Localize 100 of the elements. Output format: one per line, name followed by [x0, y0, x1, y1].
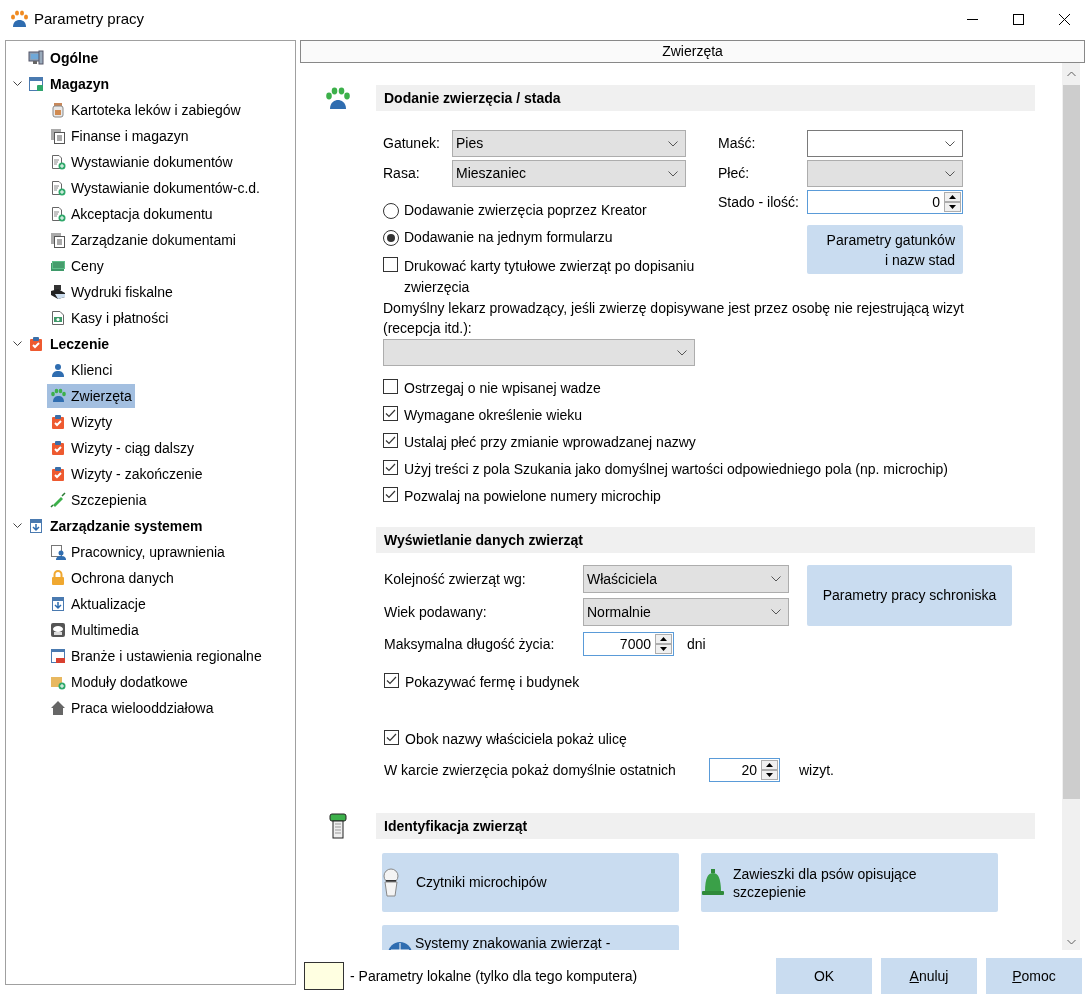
checkbox-label: Wymagane określenie wieku [404, 406, 583, 425]
button[interactable]: Pomoc [986, 958, 1082, 994]
chevron-icon[interactable] [12, 341, 22, 347]
checkbox[interactable] [383, 487, 398, 502]
tree-item[interactable]: Ceny [71, 255, 107, 277]
person-card-icon [50, 544, 66, 560]
section-header: Dodanie zwierzęcia / stada [376, 85, 1035, 111]
tree-item[interactable]: Wystawianie dokumentów [71, 151, 236, 173]
tree-item[interactable]: Szczepienia [71, 489, 150, 511]
button[interactable]: Systemy znakowania zwierząt - [382, 925, 679, 950]
field-label: Maść: [718, 134, 757, 153]
radio-label: Dodawanie na jednym formularzu [404, 228, 613, 247]
field-label: W karcie zwierzęcia pokaż domyślnie ostatnich [384, 760, 677, 780]
checkbox[interactable] [384, 673, 399, 688]
field-label: Płeć: [718, 164, 751, 183]
tree-item[interactable]: Magazyn [49, 73, 111, 95]
jar-icon [50, 102, 66, 118]
tree-item[interactable]: Zarządzanie systemem [49, 515, 204, 537]
field-label: Gatunek: [383, 134, 441, 153]
tree-item[interactable]: Wizyty - zakończenie [71, 463, 206, 485]
tree-item[interactable]: Ogólne [49, 47, 100, 69]
number-field[interactable]: 0 [807, 190, 963, 214]
chevron-icon[interactable] [12, 81, 22, 87]
dropdown[interactable]: Pies [452, 130, 686, 157]
download-icon [28, 518, 44, 534]
spin-arrows-icon[interactable] [761, 760, 778, 780]
tree-item[interactable]: Multimedia [71, 619, 142, 641]
clipboard-check-icon [28, 336, 44, 352]
radio-button[interactable] [383, 202, 399, 219]
tree-item[interactable]: Wizyty [71, 411, 116, 433]
field-label: Stado - ilość: [718, 192, 800, 212]
tree-item[interactable]: Zarządzanie dokumentami [71, 229, 239, 251]
checkbox-label: Drukować karty tytułowe zwierząt po dopisaniu zwierzęcia [404, 257, 696, 297]
field-label: Kolejność zwierząt wg: [384, 569, 527, 589]
tree-item[interactable]: Aktualizacje [71, 593, 149, 615]
checkbox-label: Ustalaj płeć przy zmianie wprowadzanej nazwy [404, 433, 696, 452]
tree-item[interactable]: Kasy i płatności [71, 307, 172, 329]
number-field[interactable]: 7000 [583, 632, 674, 656]
tree-item[interactable]: Wystawianie dokumentów-c.d. [71, 177, 263, 199]
dropdown[interactable] [807, 130, 963, 157]
section-header: Wyświetlanie danych zwierząt [376, 527, 1035, 553]
species-parameters-button[interactable]: Parametry gatunków i nazw stad [807, 225, 963, 274]
field-label: Wiek podawany: [384, 602, 488, 622]
tree-item[interactable]: Pracownicy, uprawnienia [71, 541, 228, 563]
checkbox[interactable] [383, 406, 398, 421]
dropdown[interactable]: Mieszaniec [452, 160, 686, 187]
scrollbar[interactable] [1062, 63, 1080, 950]
tree-item[interactable]: Leczenie [49, 333, 111, 355]
button[interactable]: OK [776, 958, 872, 994]
box-plus-icon [50, 674, 66, 690]
dropdown[interactable]: Właściciela [583, 565, 789, 593]
paw-icon [50, 388, 66, 404]
chevron-down-icon [771, 576, 781, 582]
tree-item[interactable]: Zwierzęta [71, 385, 135, 407]
tree-item[interactable]: Kartoteka leków i zabiegów [71, 99, 244, 121]
tree-item[interactable]: Klienci [71, 359, 116, 381]
checkbox[interactable] [383, 379, 398, 394]
scrollbar-thumb[interactable] [1062, 85, 1080, 799]
unit-label: dni [687, 634, 706, 654]
unit-label: wizyt. [799, 760, 834, 780]
tree-item[interactable]: Wydruki fiskalne [71, 281, 176, 303]
section-header: Identyfikacja zwierząt [376, 813, 1035, 839]
tree-item[interactable]: Finanse i magazyn [71, 125, 192, 147]
tree-item[interactable]: Ochrona danych [71, 567, 177, 589]
shelter-parameters-button[interactable]: Parametry pracy schroniska [807, 565, 1012, 626]
document-plus-icon [50, 154, 66, 170]
chevron-down-icon [677, 349, 687, 356]
radio-button[interactable] [383, 229, 399, 246]
checkbox-label: Pozwalaj na powielone numery microchip [404, 487, 661, 506]
tree-item[interactable]: Branże i ustawienia regionalne [71, 645, 265, 667]
lock-icon [50, 570, 66, 586]
checkbox[interactable] [383, 460, 398, 475]
documents-icon [50, 128, 66, 144]
printer-icon [50, 284, 66, 300]
checkbox[interactable] [383, 257, 398, 272]
button[interactable]: Zawieszki dla psów opisujące szczepienie [701, 853, 998, 912]
field-label: Domyślny lekarz prowadzący, jeśli zwierzę dopisywane jest przez osobę nie rejestrującą wizyt (recepcja itd.): [383, 299, 965, 338]
document-plus-icon [50, 206, 66, 222]
button[interactable]: Czytniki microchipów [382, 853, 679, 912]
clipboard-check-icon [50, 466, 66, 482]
chevron-down-icon [668, 140, 678, 147]
tree-item[interactable]: Moduły dodatkowe [71, 671, 191, 693]
checkbox[interactable] [383, 433, 398, 448]
number-field[interactable]: 20 [709, 758, 780, 782]
spin-arrows-icon[interactable] [655, 634, 672, 654]
download-icon [50, 596, 66, 612]
checkbox[interactable] [384, 730, 399, 745]
chevron-down-icon [771, 609, 781, 615]
clipboard-check-icon [50, 440, 66, 456]
tree-item[interactable]: Akceptacja dokumentu [71, 203, 216, 225]
cassette-icon [50, 622, 66, 638]
chevron-icon[interactable] [12, 523, 22, 529]
scanner-icon [382, 867, 400, 898]
dropdown[interactable]: Normalnie [583, 598, 789, 626]
tree-item[interactable]: Praca wielooddziałowa [71, 697, 217, 719]
documents-icon [50, 232, 66, 248]
tree-item[interactable]: Wizyty - ciąg dalszy [71, 437, 197, 459]
button[interactable]: Anuluj [881, 958, 977, 994]
spin-arrows-icon[interactable] [944, 192, 961, 212]
radio-label: Dodawanie zwierzęcia poprzez Kreator [404, 201, 647, 220]
